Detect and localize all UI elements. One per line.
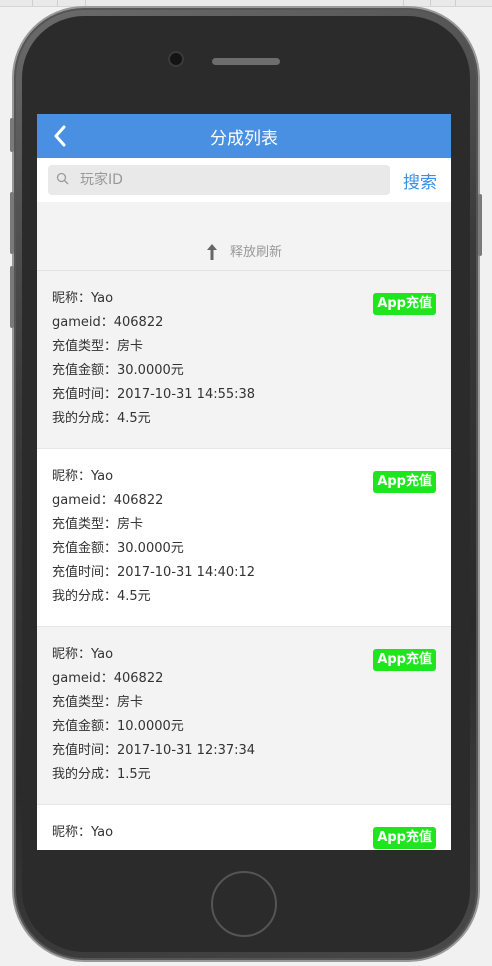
recharge-time: 充值时间：2017-10-31 14:40:12 <box>52 565 256 580</box>
volume-up-button <box>10 192 14 254</box>
search-icon <box>56 171 70 190</box>
volume-down-button <box>10 266 14 328</box>
my-share: 我的分成：4.5元 <box>52 411 151 426</box>
recharge-time: 充值时间：2017-10-31 12:37:34 <box>52 743 256 758</box>
pull-refresh-label: 释放刷新 <box>229 245 282 260</box>
recharge-amount: 充值金额：30.0000元 <box>52 363 184 378</box>
list-item[interactable]: 昵称：Yao gameid：406822 充值类型：房卡 充值金额：10.000… <box>37 627 451 805</box>
recharge-type: 充值类型：房卡 <box>52 339 144 354</box>
chevron-left-icon[interactable] <box>47 122 75 150</box>
home-button[interactable] <box>211 871 277 937</box>
status-badge: App充值 <box>373 293 436 315</box>
status-badge: App充值 <box>373 471 436 493</box>
arrow-up-icon <box>206 244 217 260</box>
browser-top-strip <box>0 0 492 7</box>
pull-to-refresh: 释放刷新 <box>37 202 451 271</box>
my-share: 我的分成：1.5元 <box>52 767 151 782</box>
status-badge: App充值 <box>373 649 436 671</box>
recharge-time: 充值时间：2017-10-31 14:55:38 <box>52 387 256 402</box>
list-item[interactable]: 昵称：Yao gameid：406822 充值类型：房卡 充值金额：30.000… <box>37 271 451 449</box>
page-title: 分成列表 <box>210 128 278 149</box>
recharge-type: 充值类型：房卡 <box>52 517 144 532</box>
list-item[interactable]: 昵称：Yao gameid：406822 充值类型：房卡 充值金额：30.000… <box>37 449 451 627</box>
recharge-amount: 充值金额：30.0000元 <box>52 541 184 556</box>
search-button[interactable]: 搜索 <box>403 168 437 193</box>
search-bar: 搜索 <box>37 158 451 202</box>
search-input[interactable] <box>78 171 372 189</box>
status-badge: App充值 <box>373 827 436 849</box>
search-field[interactable] <box>48 165 390 195</box>
earpiece-speaker <box>212 58 280 65</box>
nav-bar: 分成列表 <box>37 114 451 158</box>
recharge-type: 充值类型：房卡 <box>52 695 144 710</box>
power-button <box>478 194 482 256</box>
mute-switch <box>10 118 14 152</box>
my-share: 我的分成：4.5元 <box>52 589 151 604</box>
front-camera <box>170 53 182 65</box>
recharge-amount: 充值金额：10.0000元 <box>52 719 184 734</box>
app-screen: 分成列表 搜索 释放刷新 昵称：Yao gameid：406822 充值类型：房… <box>37 114 451 850</box>
list-item[interactable]: 昵称：Yao App充值 <box>37 805 451 850</box>
